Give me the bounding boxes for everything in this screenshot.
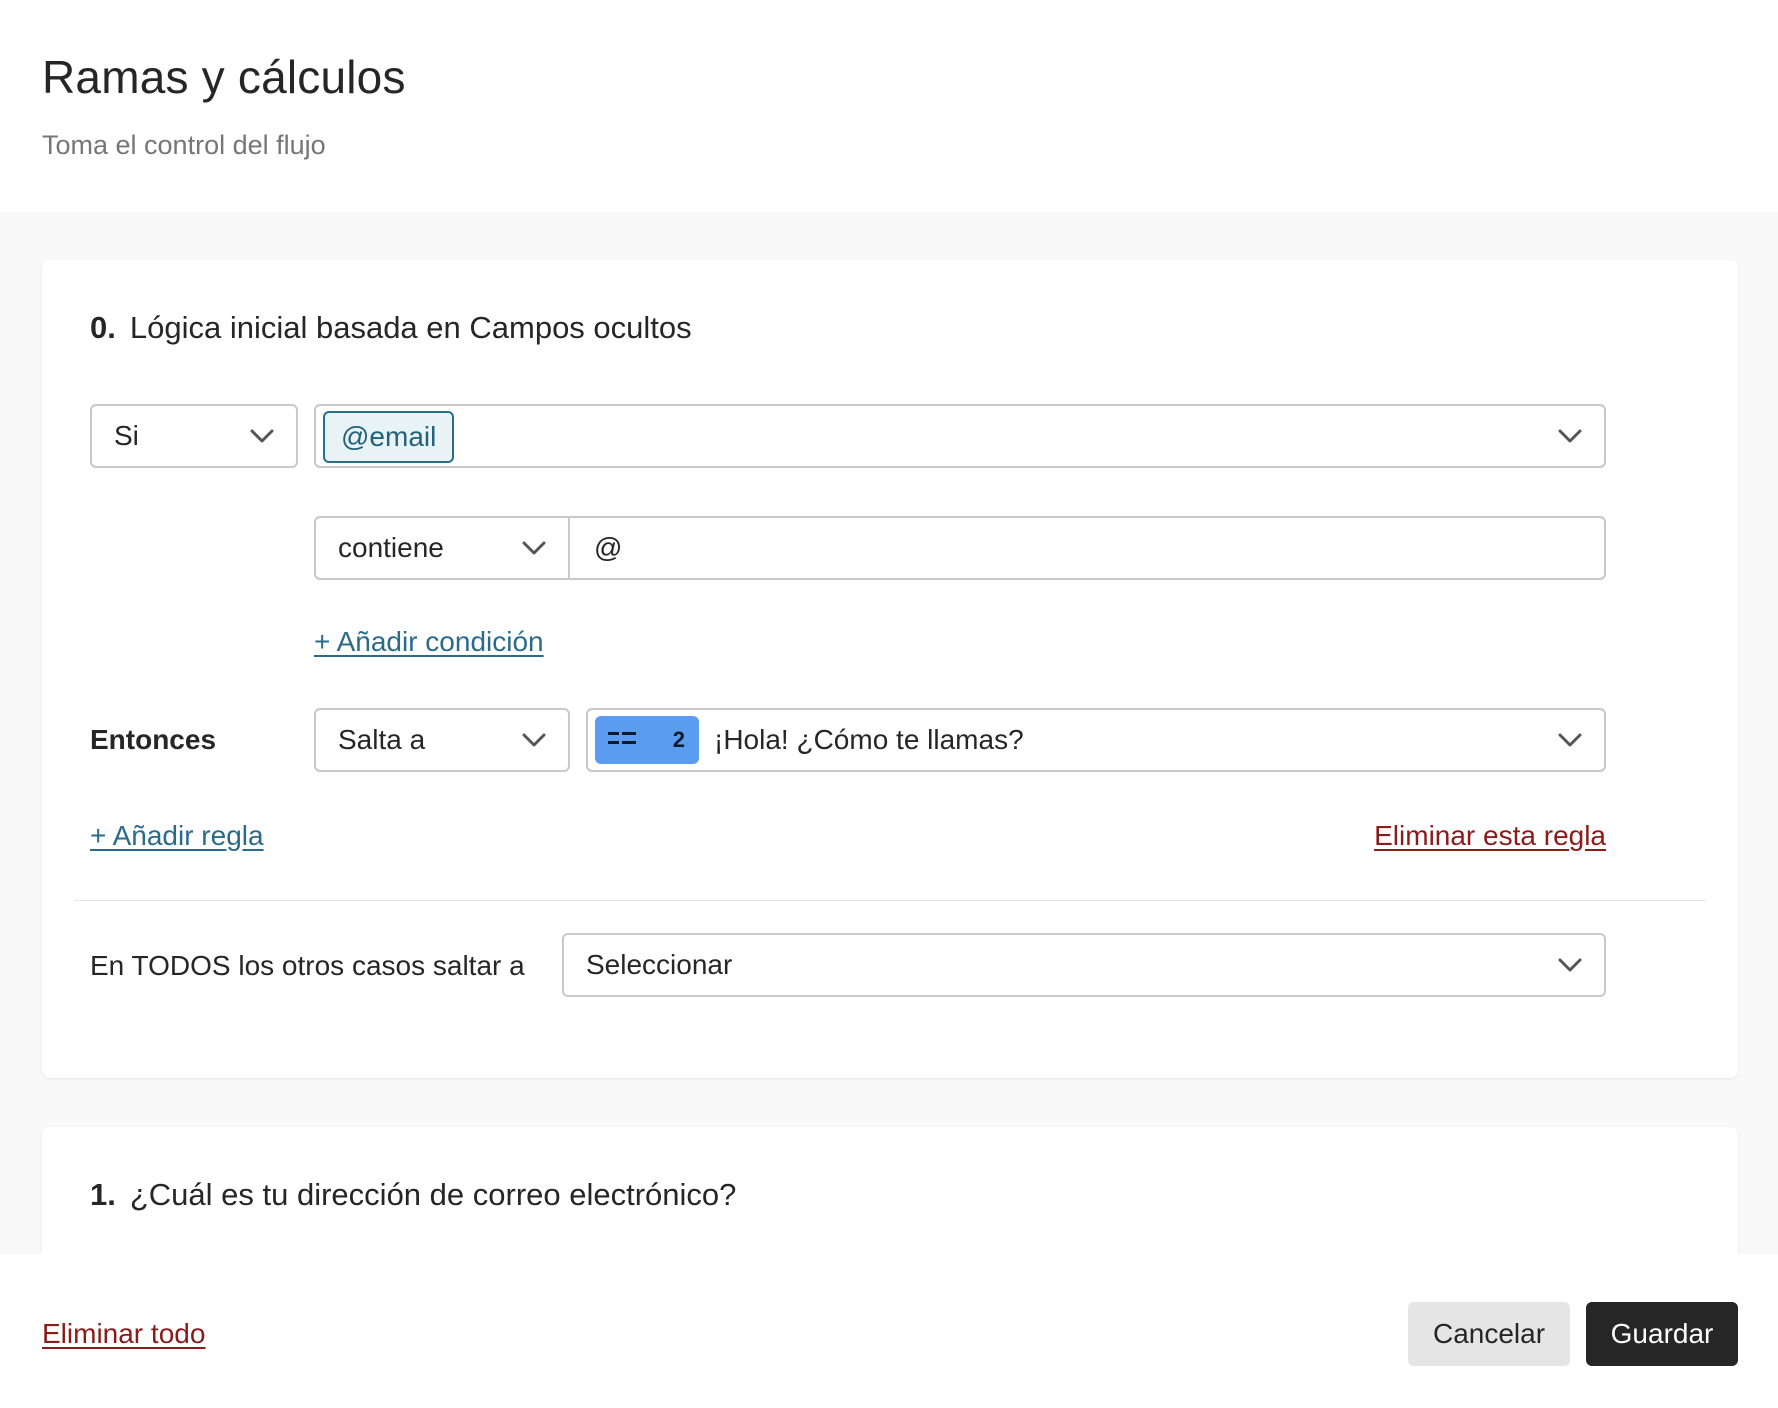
page-subtitle: Toma el control del flujo: [42, 130, 326, 160]
other-cases-value: Seleccionar: [586, 949, 733, 980]
chevron-down-icon: [250, 429, 274, 443]
operator-select[interactable]: contiene: [314, 516, 570, 580]
target-question-text: ¡Hola! ¿Cómo te llamas?: [714, 724, 1024, 755]
other-cases-label: En TODOS los otros casos saltar a: [90, 950, 525, 981]
chevron-down-icon: [522, 541, 546, 555]
page-header: Ramas y cálculos Toma el control del flu…: [0, 0, 1778, 212]
field-tag-email[interactable]: @email: [323, 411, 455, 463]
condition-value-text: @: [594, 532, 623, 563]
cancel-button[interactable]: Cancelar: [1408, 1302, 1570, 1366]
card-title: Lógica inicial basada en Campos ocultos: [129, 310, 692, 345]
logic-editor-page: Ramas y cálculos Toma el control del flu…: [0, 0, 1778, 1408]
chevron-down-icon: [1558, 733, 1582, 747]
add-condition-link[interactable]: + Añadir condición: [314, 626, 544, 658]
footer-bar: Eliminar todo Cancelar Guardar: [0, 1254, 1778, 1408]
card-number: 1.: [90, 1177, 116, 1212]
field-select[interactable]: @email: [314, 404, 1606, 468]
chevron-down-icon: [522, 733, 546, 747]
chevron-down-icon: [1558, 429, 1582, 443]
action-value: Salta a: [338, 724, 426, 755]
add-rule-link[interactable]: + Añadir regla: [90, 820, 264, 852]
delete-all-link[interactable]: Eliminar todo: [42, 1318, 205, 1350]
condition-value-input[interactable]: @: [568, 516, 1606, 580]
question-number: 2: [672, 727, 685, 752]
chevron-down-icon: [1558, 958, 1582, 972]
rules-scroll-area[interactable]: 0. Lógica inicial basada en Campos oculto…: [0, 212, 1778, 1254]
card-heading: 0. Lógica inicial basada en Campos oculto…: [90, 310, 692, 346]
card-divider: [74, 900, 1706, 901]
action-select[interactable]: Salta a: [314, 708, 570, 772]
card-title: ¿Cuál es tu dirección de correo electrón…: [129, 1177, 737, 1212]
condition-type-value: Si: [114, 420, 139, 451]
operator-value: contiene: [338, 532, 444, 563]
card-heading: 1. ¿Cuál es tu dirección de correo electr…: [90, 1177, 736, 1213]
delete-rule-link[interactable]: Eliminar esta regla: [1374, 820, 1606, 852]
card-number: 0.: [90, 310, 116, 345]
target-question-select[interactable]: 2 ¡Hola! ¿Cómo te llamas?: [586, 708, 1606, 772]
then-label: Entonces: [90, 724, 217, 755]
logic-card-hidden-fields: 0. Lógica inicial basada en Campos oculto…: [42, 260, 1738, 1078]
short-text-icon: [607, 727, 637, 753]
save-button[interactable]: Guardar: [1586, 1302, 1738, 1366]
other-cases-select[interactable]: Seleccionar: [562, 933, 1606, 997]
page-title: Ramas y cálculos: [42, 51, 406, 103]
question-badge: 2: [595, 716, 699, 764]
logic-card-question-1: 1. ¿Cuál es tu dirección de correo electr…: [42, 1127, 1738, 1254]
condition-type-select[interactable]: Si: [90, 404, 298, 468]
